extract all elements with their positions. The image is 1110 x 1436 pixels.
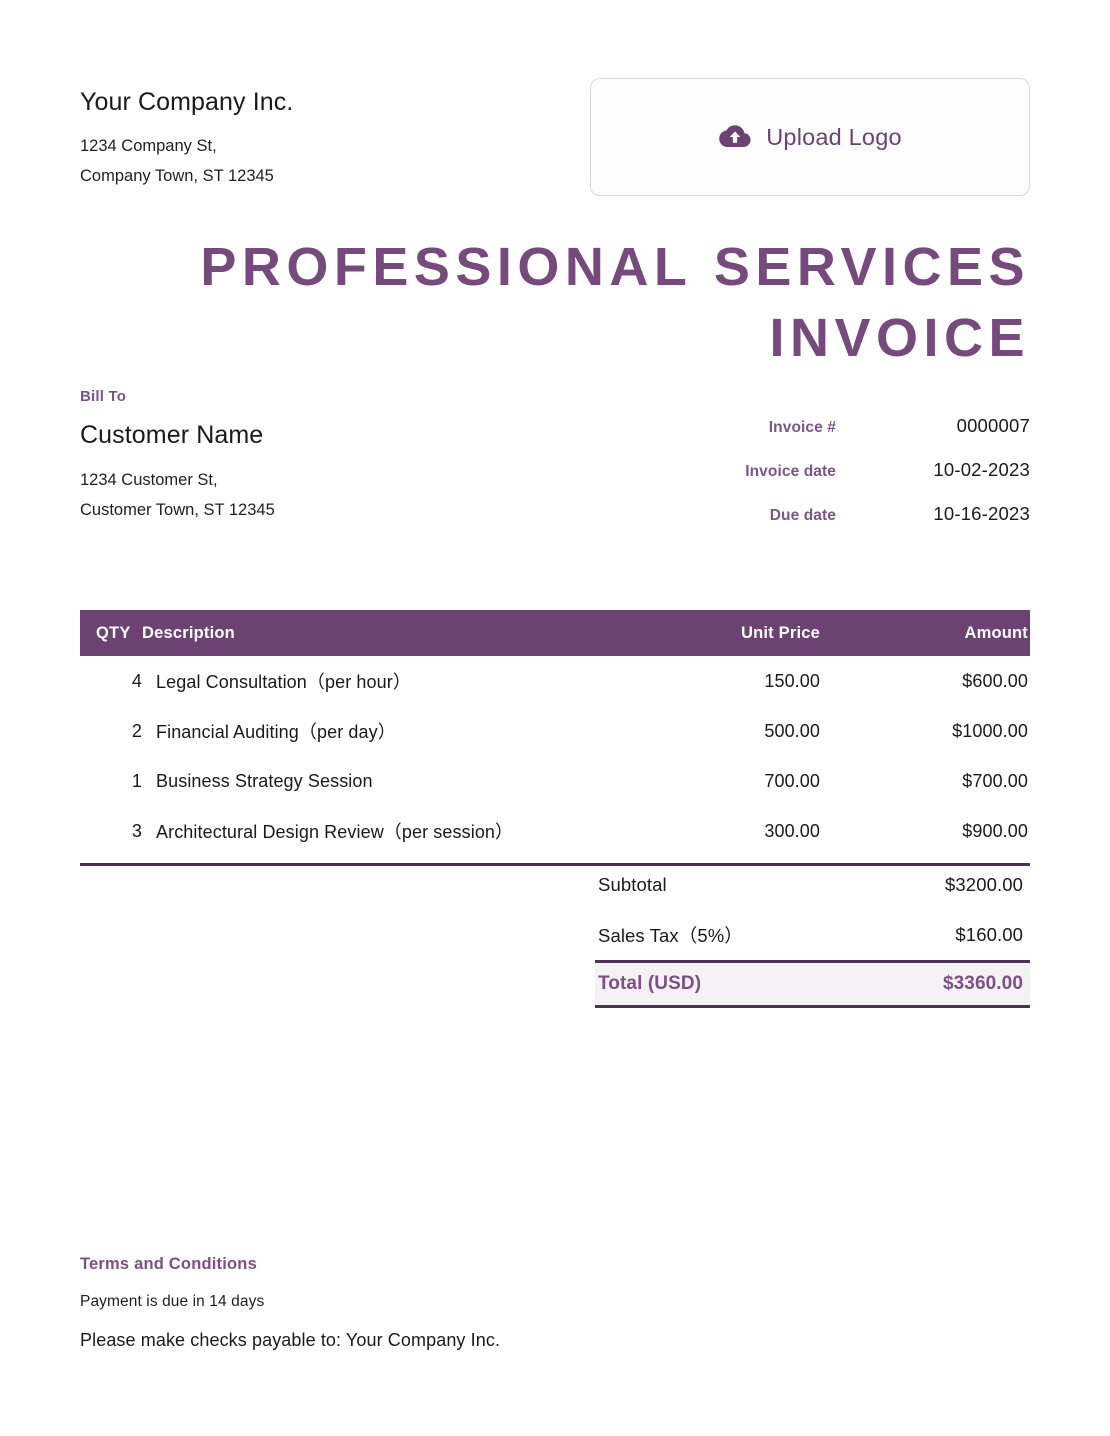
cell-amount: $600.00 (962, 670, 1028, 691)
column-header-qty: QTY (96, 623, 131, 642)
totals-label-subtotal: Subtotal (598, 874, 667, 895)
column-header-description: Description (142, 623, 235, 642)
totals-value-sales-tax: $160.00 (955, 924, 1023, 945)
invoice-page: Your Company Inc. 1234 Company St, Compa… (0, 0, 1110, 1436)
page-title: PROFESSIONAL SERVICES INVOICE (200, 237, 1030, 369)
table-row: 2 Financial Auditing（per day） 500.00 $10… (80, 706, 1030, 756)
cell-unit-price: 700.00 (764, 770, 820, 791)
cell-unit-price: 300.00 (764, 820, 820, 841)
table-row: 4 Legal Consultation（per hour） 150.00 $6… (80, 656, 1030, 706)
cell-description: Financial Auditing（per day） (156, 722, 396, 742)
meta-row-invoice-date: Invoice date 10-02-2023 (670, 459, 1030, 503)
cell-amount: $900.00 (962, 820, 1028, 841)
cell-amount: $700.00 (962, 770, 1028, 791)
cell-unit-price: 500.00 (764, 720, 820, 741)
bill-to-label: Bill To (80, 388, 127, 405)
terms-block: Terms and Conditions Payment is due in 1… (80, 1255, 780, 1351)
terms-checks-line: Please make checks payable to: Your Comp… (80, 1330, 501, 1350)
meta-label-invoice-date: Invoice date (745, 463, 836, 480)
meta-value-due-date: 10-16-2023 (933, 503, 1030, 524)
totals-row-total: Total (USD) $3360.00 (595, 960, 1030, 1008)
meta-value-invoice-number: 0000007 (956, 415, 1030, 436)
invoice-meta-block: Invoice # 0000007 Invoice date 10-02-202… (670, 415, 1030, 547)
meta-row-invoice-number: Invoice # 0000007 (670, 415, 1030, 459)
terms-payment-line: Payment is due in 14 days (80, 1293, 265, 1310)
meta-row-due-date: Due date 10-16-2023 (670, 503, 1030, 547)
invoice-header: Your Company Inc. 1234 Company St, Compa… (80, 78, 1030, 196)
upload-logo-button[interactable]: Upload Logo (590, 78, 1030, 196)
totals-value-total: $3360.00 (942, 973, 1023, 994)
cell-unit-price: 150.00 (764, 670, 820, 691)
customer-address: 1234 Customer St, Customer Town, ST 1234… (80, 471, 275, 520)
column-header-unit-price: Unit Price (740, 623, 820, 642)
cell-amount: $1000.00 (952, 720, 1028, 741)
cell-qty: 3 (131, 820, 142, 841)
cell-description: Legal Consultation（per hour） (156, 672, 411, 692)
cell-description: Business Strategy Session (156, 770, 373, 791)
totals-label-total: Total (USD) (598, 973, 702, 994)
meta-label-invoice-number: Invoice # (768, 419, 836, 436)
terms-title: Terms and Conditions (80, 1255, 257, 1273)
cell-qty: 1 (131, 770, 142, 791)
cell-description: Architectural Design Review（per session） (156, 822, 514, 842)
company-address: 1234 Company St, Company Town, ST 12345 (80, 136, 274, 185)
meta-value-invoice-date: 10-02-2023 (933, 459, 1030, 480)
totals-row-subtotal: Subtotal $3200.00 (595, 860, 1030, 910)
meta-label-due-date: Due date (769, 507, 836, 524)
cell-qty: 4 (131, 670, 142, 691)
cloud-upload-icon (718, 122, 752, 152)
totals-block: Subtotal $3200.00 Sales Tax（5%） $160.00 … (595, 860, 1030, 1008)
upload-logo-label: Upload Logo (766, 123, 902, 150)
table-row: 3 Architectural Design Review（per sessio… (80, 806, 1030, 856)
bill-to-block: Bill To Customer Name 1234 Customer St, … (80, 388, 510, 525)
company-name: Your Company Inc. (80, 88, 294, 116)
totals-label-sales-tax: Sales Tax（5%） (598, 925, 743, 946)
cell-qty: 2 (131, 720, 142, 741)
customer-name: Customer Name (80, 421, 264, 449)
column-header-amount: Amount (964, 623, 1028, 642)
totals-row-sales-tax: Sales Tax（5%） $160.00 (595, 910, 1030, 960)
sender-block: Your Company Inc. 1234 Company St, Compa… (80, 78, 293, 191)
table-row: 1 Business Strategy Session 700.00 $700.… (80, 756, 1030, 806)
totals-value-subtotal: $3200.00 (945, 874, 1023, 895)
line-items-table: QTY Description Unit Price Amount 4 Lega… (80, 610, 1030, 866)
table-header-row: QTY Description Unit Price Amount (80, 610, 1030, 656)
